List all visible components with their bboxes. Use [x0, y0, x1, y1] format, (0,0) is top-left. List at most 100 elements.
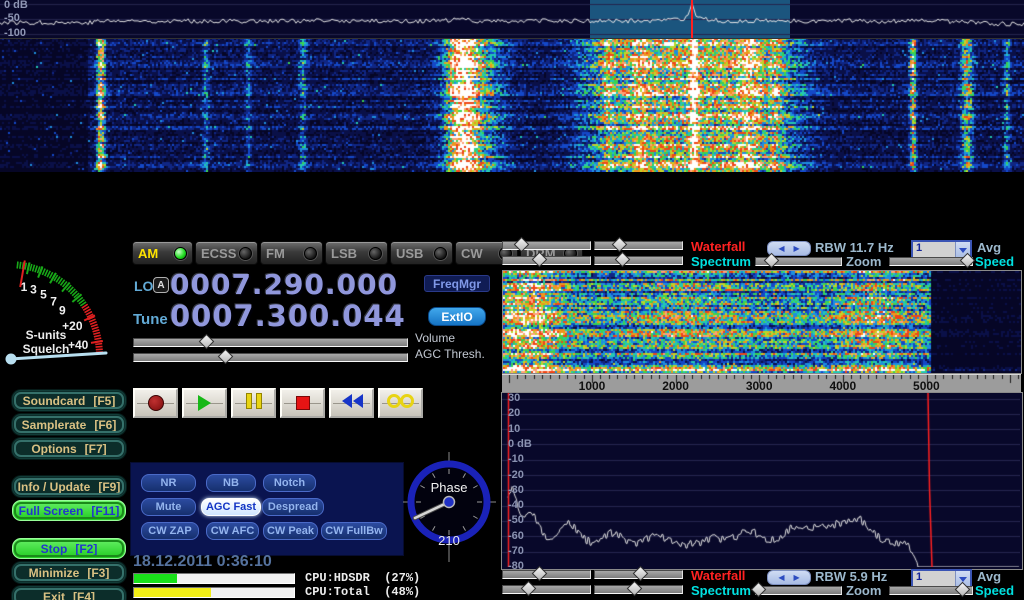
- mode-button-ecss[interactable]: ECSS: [195, 241, 258, 265]
- display-adjust-slider-thumb[interactable]: [532, 252, 548, 268]
- mode-button-fm[interactable]: FM: [260, 241, 323, 265]
- db-label: -50: [508, 514, 524, 526]
- phase-scope: Phase 210: [403, 450, 497, 564]
- speed-slider[interactable]: [889, 586, 973, 595]
- play-button[interactable]: [182, 388, 227, 418]
- minimize-button[interactable]: Minimize[F3]: [12, 562, 126, 583]
- waterfall-mode-label[interactable]: Waterfall: [691, 568, 745, 583]
- scroll-arrows[interactable]: ◀▶: [767, 241, 811, 256]
- rx-display-controls: WaterfallSpectrum◀▶RBW 11.7 Hz1AvgZoomSp…: [499, 239, 1024, 270]
- spectrum-mode-label[interactable]: Spectrum: [691, 254, 751, 269]
- rewind-icon: [341, 394, 363, 413]
- mode-button-usb[interactable]: USB: [390, 241, 453, 265]
- volume-slider[interactable]: [133, 338, 408, 347]
- tune-cursor-line[interactable]: [691, 0, 693, 38]
- display-adjust-slider-thumb[interactable]: [612, 237, 628, 253]
- display-adjust-slider[interactable]: [502, 585, 591, 594]
- display-adjust-slider[interactable]: [594, 256, 683, 265]
- display-adjust-slider-thumb[interactable]: [632, 566, 648, 582]
- waterfall-mode-label[interactable]: Waterfall: [691, 239, 745, 254]
- lo-lock-button[interactable]: A: [153, 277, 169, 293]
- display-adjust-slider-thumb[interactable]: [532, 566, 548, 582]
- mode-button-lsb[interactable]: LSB: [325, 241, 388, 265]
- audio-spectrum-display[interactable]: 3020100 dB-10-20-30-40-50-60-70-80: [501, 392, 1023, 570]
- display-adjust-slider-thumb[interactable]: [615, 252, 631, 268]
- arrow-left-icon[interactable]: ◀: [778, 245, 784, 253]
- freq-label: 1000: [579, 379, 606, 393]
- dsp-cw-zap-button[interactable]: CW ZAP: [141, 522, 199, 540]
- display-adjust-slider[interactable]: [594, 585, 683, 594]
- dsp-nb-button[interactable]: NB: [206, 474, 256, 492]
- db-label: -100: [4, 27, 26, 39]
- display-adjust-slider[interactable]: [594, 570, 683, 579]
- button-label: Stop: [41, 542, 68, 556]
- freqmgr-button[interactable]: FreqMgr: [424, 275, 490, 292]
- display-adjust-slider[interactable]: [502, 570, 591, 579]
- exit-button[interactable]: Exit[F4]: [12, 586, 126, 600]
- speed-slider[interactable]: [889, 257, 973, 266]
- mode-led-icon: [239, 247, 252, 260]
- mode-label: ECSS: [201, 246, 236, 261]
- button-fkey: [F7]: [85, 442, 107, 456]
- dsp-agc-fast-button[interactable]: AGC Fast: [201, 498, 261, 516]
- loop-button[interactable]: [378, 388, 423, 418]
- zoom-slider-thumb[interactable]: [751, 582, 767, 598]
- info-update-button[interactable]: Info / Update[F9]: [12, 476, 126, 497]
- phase-label: Phase: [431, 480, 468, 495]
- button-fkey: [F9]: [98, 480, 120, 494]
- volume-slider-thumb[interactable]: [199, 334, 215, 350]
- main-spectrum-display[interactable]: 0 dB-50-100: [0, 0, 1024, 39]
- display-adjust-slider[interactable]: [594, 241, 683, 250]
- soundcard-button[interactable]: Soundcard[F5]: [12, 390, 126, 411]
- arrow-right-icon[interactable]: ▶: [794, 245, 800, 253]
- squelch-needle-pivot[interactable]: [6, 354, 17, 365]
- agc-threshold-slider-thumb[interactable]: [218, 349, 234, 365]
- display-adjust-slider-thumb[interactable]: [627, 581, 643, 597]
- spectrum-mode-label[interactable]: Spectrum: [691, 583, 751, 598]
- tune-frequency-value[interactable]: 0007.300.044: [170, 299, 406, 333]
- zoom-slider[interactable]: [755, 586, 842, 595]
- pause-button[interactable]: [231, 388, 276, 418]
- button-fkey: [F11]: [91, 504, 119, 518]
- dsp-cw-fullbw-button[interactable]: CW FullBw: [321, 522, 387, 540]
- audio-waterfall-display[interactable]: [502, 270, 1022, 374]
- zoom-slider[interactable]: [755, 257, 842, 266]
- spectrum-trace: [502, 393, 1020, 567]
- mode-button-am[interactable]: AM: [132, 241, 193, 265]
- arrow-right-icon[interactable]: ▶: [794, 574, 800, 582]
- lo-frequency-value[interactable]: 0007.290.000: [170, 268, 398, 301]
- freq-label: 3000: [746, 379, 773, 393]
- audio-frequency-ruler[interactable]: 10002000300040005000: [502, 374, 1021, 393]
- rewind-button[interactable]: [329, 388, 374, 418]
- button-label: Soundcard: [23, 394, 86, 408]
- tune-label: Tune: [133, 311, 168, 328]
- display-adjust-slider[interactable]: [502, 241, 591, 250]
- record-button[interactable]: [133, 388, 178, 418]
- scroll-arrows[interactable]: ◀▶: [767, 570, 811, 585]
- speed-label: Speed: [975, 254, 1014, 269]
- dsp-nr-button[interactable]: NR: [141, 474, 196, 492]
- display-adjust-slider-thumb[interactable]: [514, 237, 530, 253]
- options-button[interactable]: Options[F7]: [12, 438, 126, 459]
- dsp-notch-button[interactable]: Notch: [263, 474, 316, 492]
- dsp-despread-button[interactable]: Despread: [262, 498, 324, 516]
- full-screen-button[interactable]: Full Screen[F11]: [12, 500, 126, 521]
- mode-led-icon: [304, 247, 317, 260]
- stop-button[interactable]: Stop[F2]: [12, 538, 126, 559]
- extio-button[interactable]: ExtIO: [428, 307, 486, 326]
- stop-button[interactable]: [280, 388, 325, 418]
- dsp-mute-button[interactable]: Mute: [141, 498, 196, 516]
- mode-led-icon: [369, 247, 382, 260]
- arrow-left-icon[interactable]: ◀: [778, 574, 784, 582]
- db-label: 10: [508, 423, 520, 435]
- mode-label: USB: [396, 246, 423, 261]
- dsp-cw-peak-button[interactable]: CW Peak: [263, 522, 318, 540]
- volume-slider-label: Volume: [415, 331, 455, 345]
- display-adjust-slider[interactable]: [502, 256, 591, 265]
- dsp-cw-afc-button[interactable]: CW AFC: [206, 522, 259, 540]
- db-label: -70: [508, 545, 524, 557]
- samplerate-button[interactable]: Samplerate[F6]: [12, 414, 126, 435]
- display-adjust-slider-thumb[interactable]: [521, 581, 537, 597]
- agc-threshold-slider[interactable]: [133, 353, 408, 362]
- loop-icon: [387, 394, 414, 413]
